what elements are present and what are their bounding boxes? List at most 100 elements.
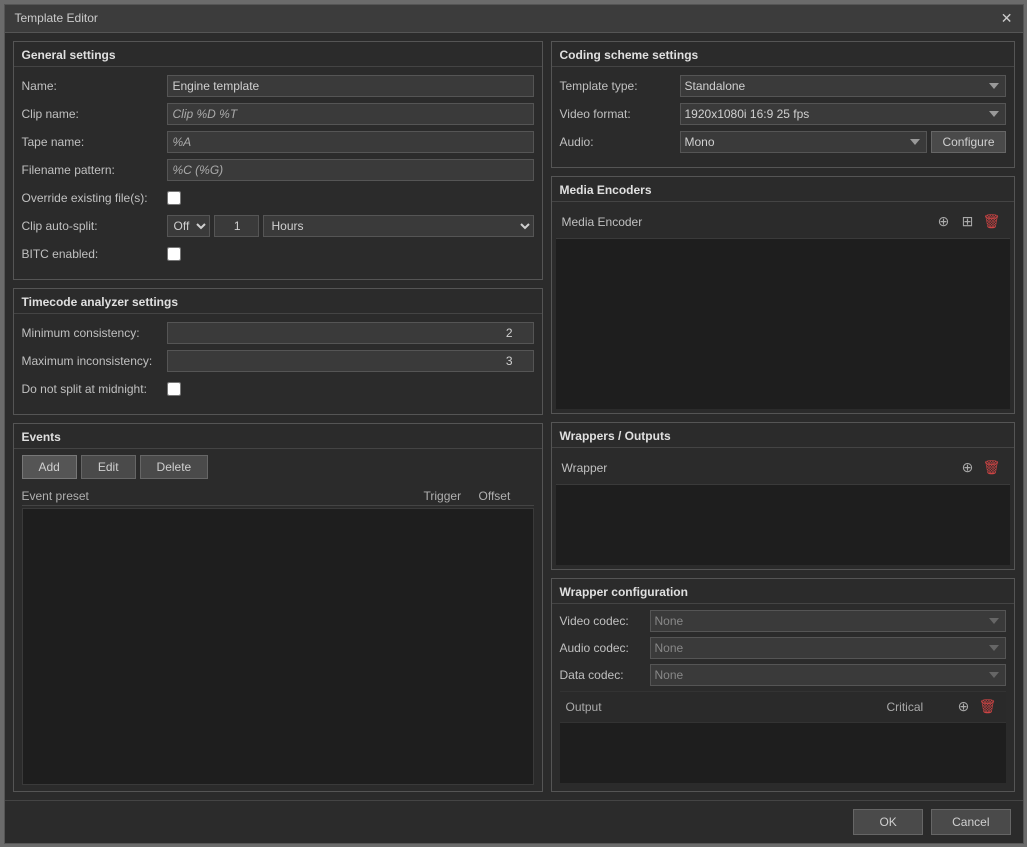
wrapper-header: Wrapper ⊕ 🗑 <box>556 452 1010 485</box>
wrapper-configuration-title: Wrapper configuration <box>552 579 1014 604</box>
audio-codec-label: Audio codec: <box>560 641 650 655</box>
output-label: Output <box>566 700 887 714</box>
wrapper-list <box>556 485 1010 565</box>
template-type-row: Template type: Standalone Other <box>560 75 1006 97</box>
clip-auto-split-controls: Off On Hours Minutes <box>167 215 534 237</box>
clip-auto-split-number[interactable] <box>214 215 259 237</box>
cancel-button[interactable]: Cancel <box>931 809 1010 835</box>
clip-auto-split-unit-select[interactable]: Hours Minutes <box>263 215 534 237</box>
wrapper-label: Wrapper <box>562 461 956 475</box>
clip-auto-split-row: Clip auto-split: Off On Hours Minutes <box>22 215 534 237</box>
clip-auto-split-select[interactable]: Off On <box>167 215 210 237</box>
event-preset-column-header: Event preset <box>22 489 424 503</box>
video-format-label: Video format: <box>560 107 680 121</box>
max-inconsistency-label: Maximum inconsistency: <box>22 354 167 368</box>
timecode-settings-section: Timecode analyzer settings Minimum consi… <box>13 288 543 415</box>
events-content: Add Edit Delete Event preset Trigger Off… <box>14 449 542 791</box>
clip-name-label: Clip name: <box>22 107 167 121</box>
critical-label: Critical <box>887 700 952 714</box>
audio-codec-row: Audio codec: None <box>560 637 1006 659</box>
media-encoders-section: Media Encoders Media Encoder ⊕ ⊞ 🗑 <box>551 176 1015 414</box>
override-existing-row: Override existing file(s): <box>22 187 534 209</box>
name-label: Name: <box>22 79 167 93</box>
close-icon[interactable]: ✕ <box>1001 11 1013 25</box>
layers-encoder-icon[interactable]: ⊞ <box>956 210 980 234</box>
bitc-enabled-checkbox[interactable] <box>167 247 181 261</box>
do-not-split-row: Do not split at midnight: <box>22 378 534 400</box>
min-consistency-row: Minimum consistency: <box>22 322 534 344</box>
min-consistency-input[interactable] <box>167 322 534 344</box>
video-format-select[interactable]: 1920x1080i 16:9 25 fps <box>680 103 1006 125</box>
delete-encoder-icon[interactable]: 🗑 <box>980 210 1004 234</box>
audio-row: Audio: Mono Stereo Configure <box>560 131 1006 153</box>
edit-event-button[interactable]: Edit <box>81 455 136 479</box>
wrappers-outputs-section: Wrappers / Outputs Wrapper ⊕ 🗑 <box>551 422 1015 570</box>
filename-pattern-input[interactable] <box>167 159 534 181</box>
video-codec-select[interactable]: None <box>650 610 1006 632</box>
template-type-label: Template type: <box>560 79 680 93</box>
events-title: Events <box>14 424 542 449</box>
wrapper-configuration-section: Wrapper configuration Video codec: None … <box>551 578 1015 792</box>
title-bar: Template Editor ✕ <box>5 5 1023 33</box>
configure-button[interactable]: Configure <box>931 131 1005 153</box>
general-settings-section: General settings Name: Clip name: Tape n… <box>13 41 543 280</box>
encoders-header: Media Encoder ⊕ ⊞ 🗑 <box>556 206 1010 239</box>
clip-name-input[interactable] <box>167 103 534 125</box>
delete-event-button[interactable]: Delete <box>140 455 209 479</box>
video-codec-label: Video codec: <box>560 614 650 628</box>
add-encoder-icon[interactable]: ⊕ <box>932 210 956 234</box>
media-encoders-title: Media Encoders <box>552 177 1014 202</box>
delete-wrapper-icon[interactable]: 🗑 <box>980 456 1004 480</box>
data-codec-row: Data codec: None <box>560 664 1006 686</box>
do-not-split-label: Do not split at midnight: <box>22 382 167 396</box>
tape-name-input[interactable] <box>167 131 534 153</box>
media-encoder-label: Media Encoder <box>562 215 932 229</box>
filename-pattern-label: Filename pattern: <box>22 163 167 177</box>
media-encoders-content: Media Encoder ⊕ ⊞ 🗑 <box>552 202 1014 413</box>
ok-button[interactable]: OK <box>853 809 923 835</box>
offset-column-header: Offset <box>479 489 534 503</box>
max-inconsistency-input[interactable] <box>167 350 534 372</box>
coding-scheme-content: Template type: Standalone Other Video fo… <box>552 67 1014 167</box>
general-settings-content: Name: Clip name: Tape name: Filename pat… <box>14 67 542 279</box>
name-input[interactable] <box>167 75 534 97</box>
add-event-button[interactable]: Add <box>22 455 77 479</box>
encoders-list <box>556 239 1010 409</box>
tape-name-row: Tape name: <box>22 131 534 153</box>
timecode-settings-content: Minimum consistency: Maximum inconsisten… <box>14 314 542 414</box>
coding-scheme-section: Coding scheme settings Template type: St… <box>551 41 1015 168</box>
add-wrapper-icon[interactable]: ⊕ <box>956 456 980 480</box>
override-existing-label: Override existing file(s): <box>22 191 167 205</box>
video-codec-row: Video codec: None <box>560 610 1006 632</box>
template-editor-dialog: Template Editor ✕ General settings Name:… <box>4 4 1024 844</box>
left-panel: General settings Name: Clip name: Tape n… <box>13 41 543 792</box>
do-not-split-checkbox[interactable] <box>167 382 181 396</box>
events-table-header: Event preset Trigger Offset <box>22 487 534 506</box>
wrappers-outputs-title: Wrappers / Outputs <box>552 423 1014 448</box>
name-row: Name: <box>22 75 534 97</box>
tape-name-label: Tape name: <box>22 135 167 149</box>
bitc-enabled-row: BITC enabled: <box>22 243 534 265</box>
audio-controls: Mono Stereo Configure <box>680 131 1006 153</box>
max-inconsistency-row: Maximum inconsistency: <box>22 350 534 372</box>
dialog-title: Template Editor <box>15 11 98 25</box>
audio-select[interactable]: Mono Stereo <box>680 131 928 153</box>
timecode-settings-title: Timecode analyzer settings <box>14 289 542 314</box>
override-existing-checkbox[interactable] <box>167 191 181 205</box>
clip-auto-split-label: Clip auto-split: <box>22 219 167 233</box>
add-output-icon[interactable]: ⊕ <box>952 695 976 719</box>
events-buttons: Add Edit Delete <box>22 455 534 479</box>
delete-output-icon[interactable]: 🗑 <box>976 695 1000 719</box>
wrappers-outputs-content: Wrapper ⊕ 🗑 <box>552 448 1014 569</box>
audio-label: Audio: <box>560 135 680 149</box>
events-section: Events Add Edit Delete Event preset Trig… <box>13 423 543 792</box>
template-type-select[interactable]: Standalone Other <box>680 75 1006 97</box>
data-codec-label: Data codec: <box>560 668 650 682</box>
output-list <box>560 723 1006 783</box>
dialog-body: General settings Name: Clip name: Tape n… <box>5 33 1023 800</box>
data-codec-select[interactable]: None <box>650 664 1006 686</box>
trigger-column-header: Trigger <box>424 489 479 503</box>
dialog-footer: OK Cancel <box>5 800 1023 843</box>
wrapper-configuration-content: Video codec: None Audio codec: None Data… <box>552 604 1014 789</box>
audio-codec-select[interactable]: None <box>650 637 1006 659</box>
